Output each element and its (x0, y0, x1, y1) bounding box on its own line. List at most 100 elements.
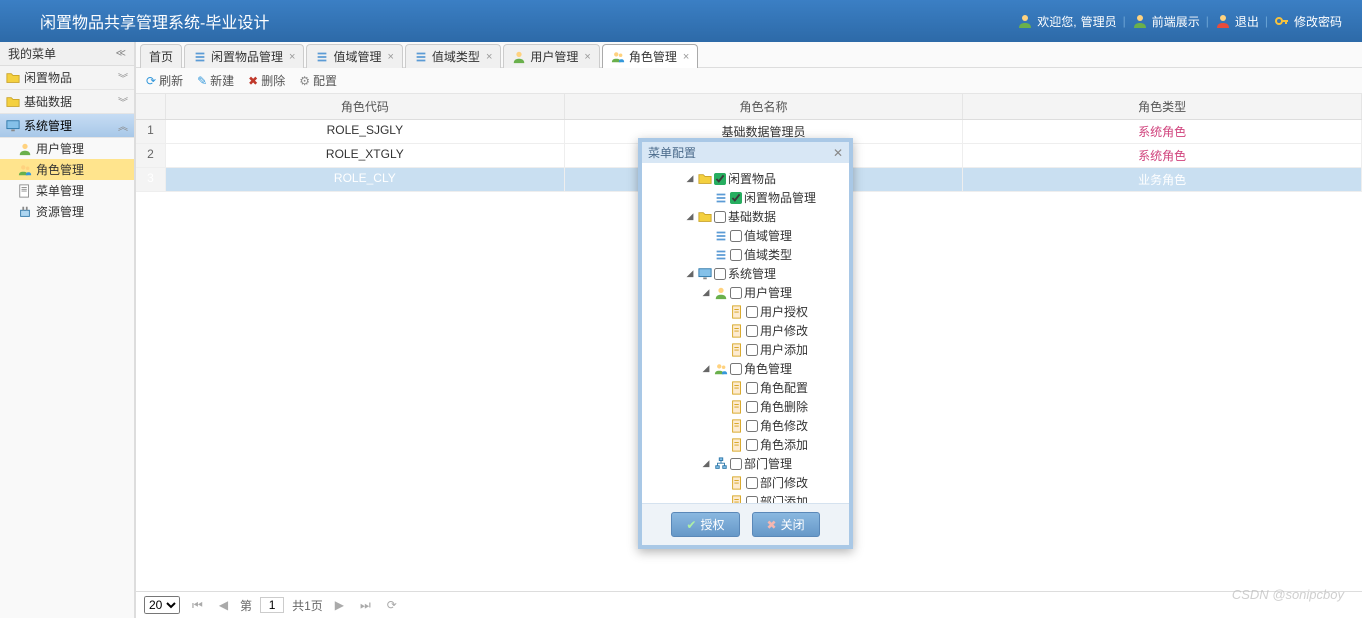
sidebar-group-系统管理[interactable]: 系统管理︽ (0, 114, 134, 138)
config-button[interactable]: ⚙配置 (293, 70, 343, 91)
tree-node-系统管理[interactable]: ◢系统管理 (646, 264, 845, 283)
col-name[interactable]: 角色名称 (565, 94, 964, 119)
tree-node-基础数据[interactable]: ◢基础数据 (646, 207, 845, 226)
tree-checkbox[interactable] (730, 363, 742, 375)
tree-node-闲置物品[interactable]: ◢闲置物品 (646, 169, 845, 188)
password-link[interactable]: 修改密码 (1274, 13, 1342, 30)
close-button[interactable]: ✖关闭 (752, 512, 820, 537)
close-icon[interactable]: × (486, 51, 492, 63)
page-input[interactable] (260, 597, 284, 613)
preview-link[interactable]: 前端展示 (1132, 13, 1200, 30)
col-type[interactable]: 角色类型 (963, 94, 1362, 119)
close-icon[interactable]: × (289, 51, 295, 63)
sidebar-item-用户管理[interactable]: 用户管理 (0, 138, 134, 159)
tree-checkbox[interactable] (746, 344, 758, 356)
sidebar-item-角色管理[interactable]: 角色管理 (0, 159, 134, 180)
doc-icon (730, 305, 744, 319)
tree-node-角色删除[interactable]: 角色删除 (646, 397, 845, 416)
sidebar-item-资源管理[interactable]: 资源管理 (0, 201, 134, 222)
tree-checkbox[interactable] (746, 496, 758, 504)
welcome-link[interactable]: 欢迎您, 管理员 (1017, 13, 1116, 30)
last-page-button[interactable]: ⏭ (356, 598, 375, 613)
tab-角色管理[interactable]: 角色管理× (602, 44, 698, 68)
user-icon (714, 286, 728, 300)
reload-button[interactable]: ⟳ (383, 598, 401, 612)
tree-node-角色添加[interactable]: 角色添加 (646, 435, 845, 454)
logout-icon (1215, 13, 1231, 29)
tab-闲置物品管理[interactable]: 闲置物品管理× (184, 44, 304, 68)
tree-toggle-icon[interactable]: ◢ (684, 211, 696, 222)
tree-node-值域类型[interactable]: 值域类型 (646, 245, 845, 264)
col-code[interactable]: 角色代码 (166, 94, 565, 119)
close-icon[interactable]: × (683, 51, 689, 63)
tree-node-部门修改[interactable]: 部门修改 (646, 473, 845, 492)
tree-checkbox[interactable] (730, 192, 742, 204)
tab-用户管理[interactable]: 用户管理× (503, 44, 599, 68)
tree-checkbox[interactable] (746, 420, 758, 432)
tree-node-值域管理[interactable]: 值域管理 (646, 226, 845, 245)
sidebar-group-闲置物品[interactable]: 闲置物品︾ (0, 66, 134, 90)
plus-icon: ✎ (197, 74, 207, 88)
doc-icon (730, 324, 744, 338)
tab-首页[interactable]: 首页 (140, 44, 182, 68)
next-page-button[interactable]: ▶ (331, 598, 348, 612)
list-icon (714, 191, 728, 205)
tree-node-用户授权[interactable]: 用户授权 (646, 302, 845, 321)
first-page-button[interactable]: ⏮ (188, 598, 207, 613)
tree-checkbox[interactable] (746, 325, 758, 337)
tree-node-角色配置[interactable]: 角色配置 (646, 378, 845, 397)
prev-page-button[interactable]: ◀ (215, 598, 232, 612)
tree-checkbox[interactable] (730, 230, 742, 242)
separator: | (1265, 14, 1268, 28)
tree-checkbox[interactable] (730, 249, 742, 261)
list-icon (315, 50, 329, 64)
refresh-button[interactable]: ⟳刷新 (140, 70, 189, 91)
tree-checkbox[interactable] (746, 439, 758, 451)
tree-checkbox[interactable] (746, 306, 758, 318)
tree-checkbox[interactable] (746, 477, 758, 489)
tree-node-用户管理[interactable]: ◢用户管理 (646, 283, 845, 302)
tree-checkbox[interactable] (714, 211, 726, 223)
tree-toggle-icon[interactable]: ◢ (700, 363, 712, 374)
create-button[interactable]: ✎新建 (191, 70, 240, 91)
tree-node-用户添加[interactable]: 用户添加 (646, 340, 845, 359)
delete-icon: ✖ (248, 74, 258, 88)
tree-checkbox[interactable] (730, 458, 742, 470)
tree-node-部门添加[interactable]: 部门添加 (646, 492, 845, 503)
cancel-icon: ✖ (767, 518, 777, 532)
tree-toggle-icon[interactable]: ◢ (700, 458, 712, 469)
org-icon (714, 457, 728, 471)
tab-值域管理[interactable]: 值域管理× (306, 44, 402, 68)
tree-toggle-icon[interactable]: ◢ (684, 173, 696, 184)
welcome-user: 管理员 (1081, 13, 1117, 30)
tree-node-用户修改[interactable]: 用户修改 (646, 321, 845, 340)
authorize-button[interactable]: ✔授权 (671, 512, 739, 537)
close-icon[interactable]: × (387, 51, 393, 63)
tree-checkbox[interactable] (730, 287, 742, 299)
separator: | (1123, 14, 1126, 28)
page-size-select[interactable]: 20 (144, 596, 180, 614)
tab-值域类型[interactable]: 值域类型× (405, 44, 501, 68)
close-icon[interactable]: × (584, 51, 590, 63)
collapse-icon[interactable]: ≪ (116, 48, 126, 59)
logout-link[interactable]: 退出 (1215, 13, 1259, 30)
tree-node-角色修改[interactable]: 角色修改 (646, 416, 845, 435)
dialog-title[interactable]: 菜单配置 ✕ (642, 142, 849, 163)
watermark: CSDN @sonipcboy (1232, 587, 1344, 602)
separator: | (1206, 14, 1209, 28)
close-icon[interactable]: ✕ (833, 146, 843, 160)
folder-icon (698, 210, 712, 224)
delete-button[interactable]: ✖删除 (242, 70, 291, 91)
chevron-icon: ︾ (118, 94, 128, 109)
tree-checkbox[interactable] (714, 268, 726, 280)
tree-checkbox[interactable] (746, 401, 758, 413)
sidebar-item-菜单管理[interactable]: 菜单管理 (0, 180, 134, 201)
tree-toggle-icon[interactable]: ◢ (684, 268, 696, 279)
sidebar-group-基础数据[interactable]: 基础数据︾ (0, 90, 134, 114)
tree-toggle-icon[interactable]: ◢ (700, 287, 712, 298)
tree-checkbox[interactable] (746, 382, 758, 394)
tree-node-部门管理[interactable]: ◢部门管理 (646, 454, 845, 473)
tree-node-闲置物品管理[interactable]: 闲置物品管理 (646, 188, 845, 207)
tree-checkbox[interactable] (714, 173, 726, 185)
tree-node-角色管理[interactable]: ◢角色管理 (646, 359, 845, 378)
